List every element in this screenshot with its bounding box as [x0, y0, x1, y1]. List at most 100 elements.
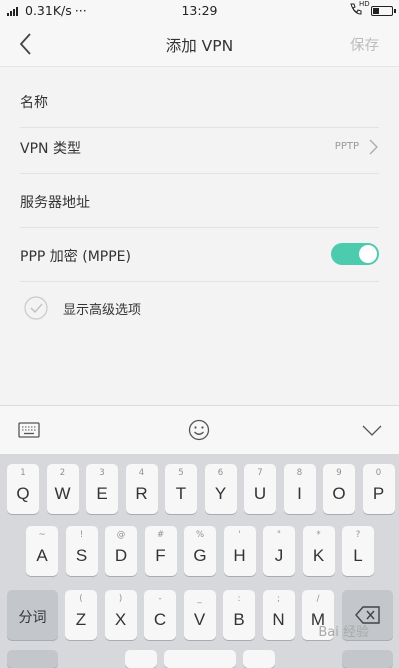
- advanced-options-label: 显示高级选项: [63, 303, 142, 318]
- save-button[interactable]: 保存: [350, 34, 379, 55]
- server-address-field[interactable]: 服务器地址: [20, 175, 379, 228]
- key-main-label: J: [274, 546, 284, 565]
- key-main-label: X: [114, 610, 127, 629]
- hd-label: HD: [359, 0, 370, 8]
- key-sub-label: %: [195, 530, 205, 540]
- keyboard-icon[interactable]: [18, 418, 40, 442]
- key-main-label: O: [332, 484, 346, 503]
- key-t[interactable]: 5T: [165, 464, 197, 514]
- key-sub-label: @: [116, 530, 126, 540]
- enter-key[interactable]: [342, 650, 393, 668]
- key-main-label: W: [54, 484, 71, 503]
- key-sub-label: :: [237, 594, 241, 604]
- key-s[interactable]: ! S: [65, 526, 98, 576]
- key-main-label: A: [36, 546, 48, 565]
- vpn-type-row[interactable]: VPN 类型 PPTP: [20, 121, 379, 174]
- battery-fill: [373, 7, 379, 14]
- key-u[interactable]: 7U: [244, 464, 276, 514]
- soft-keyboard: 1Q2W3E4R5T6Y7U8I9O0P ~ A! S @ D # F% G ' H " J * K? L …: [0, 454, 399, 668]
- advanced-options-checkbox[interactable]: [24, 296, 48, 320]
- space-key[interactable]: [164, 650, 236, 668]
- key-c[interactable]: -C: [144, 590, 176, 640]
- key-sub-label: ~: [38, 530, 46, 540]
- key-sub-label: 2: [59, 468, 66, 478]
- toggle-knob: [359, 245, 377, 263]
- key-main-label: H: [233, 546, 246, 565]
- key-sub-label: 3: [99, 468, 105, 478]
- key-main-label: Q: [16, 484, 30, 503]
- collapse-chevron-icon[interactable]: [361, 418, 383, 442]
- key-z[interactable]: (Z: [65, 590, 97, 640]
- page-title: 添加 VPN: [165, 37, 234, 55]
- vpn-type-label: VPN 类型: [20, 141, 81, 157]
- key-h[interactable]: ' H: [223, 526, 256, 576]
- key-main-label: F: [155, 546, 166, 565]
- segment-key-label: 分词: [18, 610, 47, 626]
- key-sub-label: 6: [217, 468, 224, 478]
- key-j[interactable]: " J: [263, 526, 295, 576]
- server-address-label: 服务器地址: [20, 195, 90, 211]
- key-w[interactable]: 2W: [46, 464, 79, 514]
- key-sub-label: 0: [375, 468, 382, 478]
- bottom-left-key[interactable]: [7, 650, 58, 668]
- key-main-label: R: [135, 484, 148, 503]
- bottom-key-period[interactable]: [243, 650, 275, 668]
- key-sub-label: 8: [296, 468, 303, 478]
- key-main-label: U: [253, 484, 267, 503]
- key-sub-label: -: [158, 594, 162, 604]
- key-main-label: B: [233, 610, 245, 629]
- key-o[interactable]: 9O: [323, 464, 355, 514]
- chevron-right-icon: [369, 139, 378, 155]
- key-main-label: E: [96, 484, 108, 503]
- key-x[interactable]: ) X: [104, 590, 137, 640]
- ppp-encryption-row: PPP 加密 (MPPE): [20, 229, 379, 282]
- key-main-label: Z: [75, 610, 87, 629]
- key-r[interactable]: 4R: [125, 464, 158, 514]
- key-main-label: I: [297, 484, 302, 503]
- key-main-label: G: [193, 546, 207, 565]
- key-i[interactable]: 8I: [283, 464, 316, 514]
- key-sub-label: ?: [355, 530, 361, 540]
- key-e[interactable]: 3E: [86, 464, 118, 514]
- key-l[interactable]: ? L: [342, 526, 374, 576]
- key-q[interactable]: 1Q: [7, 464, 39, 514]
- key-sub-label: 9: [336, 468, 342, 478]
- key-n[interactable]: ; N: [262, 590, 295, 640]
- key-k[interactable]: * K: [302, 526, 335, 576]
- key-main-label: D: [114, 546, 128, 565]
- hd-call-icon: HD: [349, 0, 370, 18]
- key-p[interactable]: 0P: [362, 464, 395, 514]
- ppp-encryption-toggle[interactable]: [331, 243, 379, 265]
- key-g[interactable]: % G: [184, 526, 216, 576]
- key-sub-label: ": [277, 530, 281, 540]
- key-sub-label: ': [238, 530, 241, 540]
- key-y[interactable]: 6Y: [204, 464, 237, 514]
- key-sub-label: 7: [257, 468, 263, 478]
- segment-key[interactable]: 分词: [7, 590, 58, 640]
- key-b[interactable]: :B: [223, 590, 255, 640]
- key-main-label: C: [153, 610, 167, 629]
- emoji-icon[interactable]: [188, 418, 210, 442]
- clock: 13:29: [181, 3, 218, 18]
- key-sub-label: 1: [20, 468, 26, 478]
- key-v[interactable]: _ V: [183, 590, 216, 640]
- key-main-label: T: [175, 484, 187, 503]
- status-right: HD: [349, 0, 396, 18]
- key-sub-label: ): [118, 594, 123, 604]
- key-main-label: V: [193, 610, 206, 629]
- vpn-form: 名称 VPN 类型 PPTP 服务器地址 PPP 加密 (MPPE) 显示高级选…: [0, 67, 399, 405]
- key-sub-label: !: [79, 530, 84, 540]
- keyboard-toolbar: [0, 405, 399, 455]
- watermark: Bai 经验: [318, 625, 369, 640]
- key-a[interactable]: ~ A: [26, 526, 58, 576]
- key-sub-label: #: [156, 530, 165, 540]
- name-label: 名称: [20, 95, 48, 111]
- key-main-label: Y: [214, 484, 227, 503]
- key-d[interactable]: @ D: [105, 526, 137, 576]
- status-bar: 0.31K/s ··· 13:29 HD: [0, 0, 399, 22]
- key-sub-label: *: [316, 530, 321, 540]
- bottom-key-comma[interactable]: [125, 650, 157, 668]
- key-main-label: N: [272, 610, 285, 629]
- key-main-label: K: [312, 546, 325, 565]
- key-f[interactable]: # F: [144, 526, 177, 576]
